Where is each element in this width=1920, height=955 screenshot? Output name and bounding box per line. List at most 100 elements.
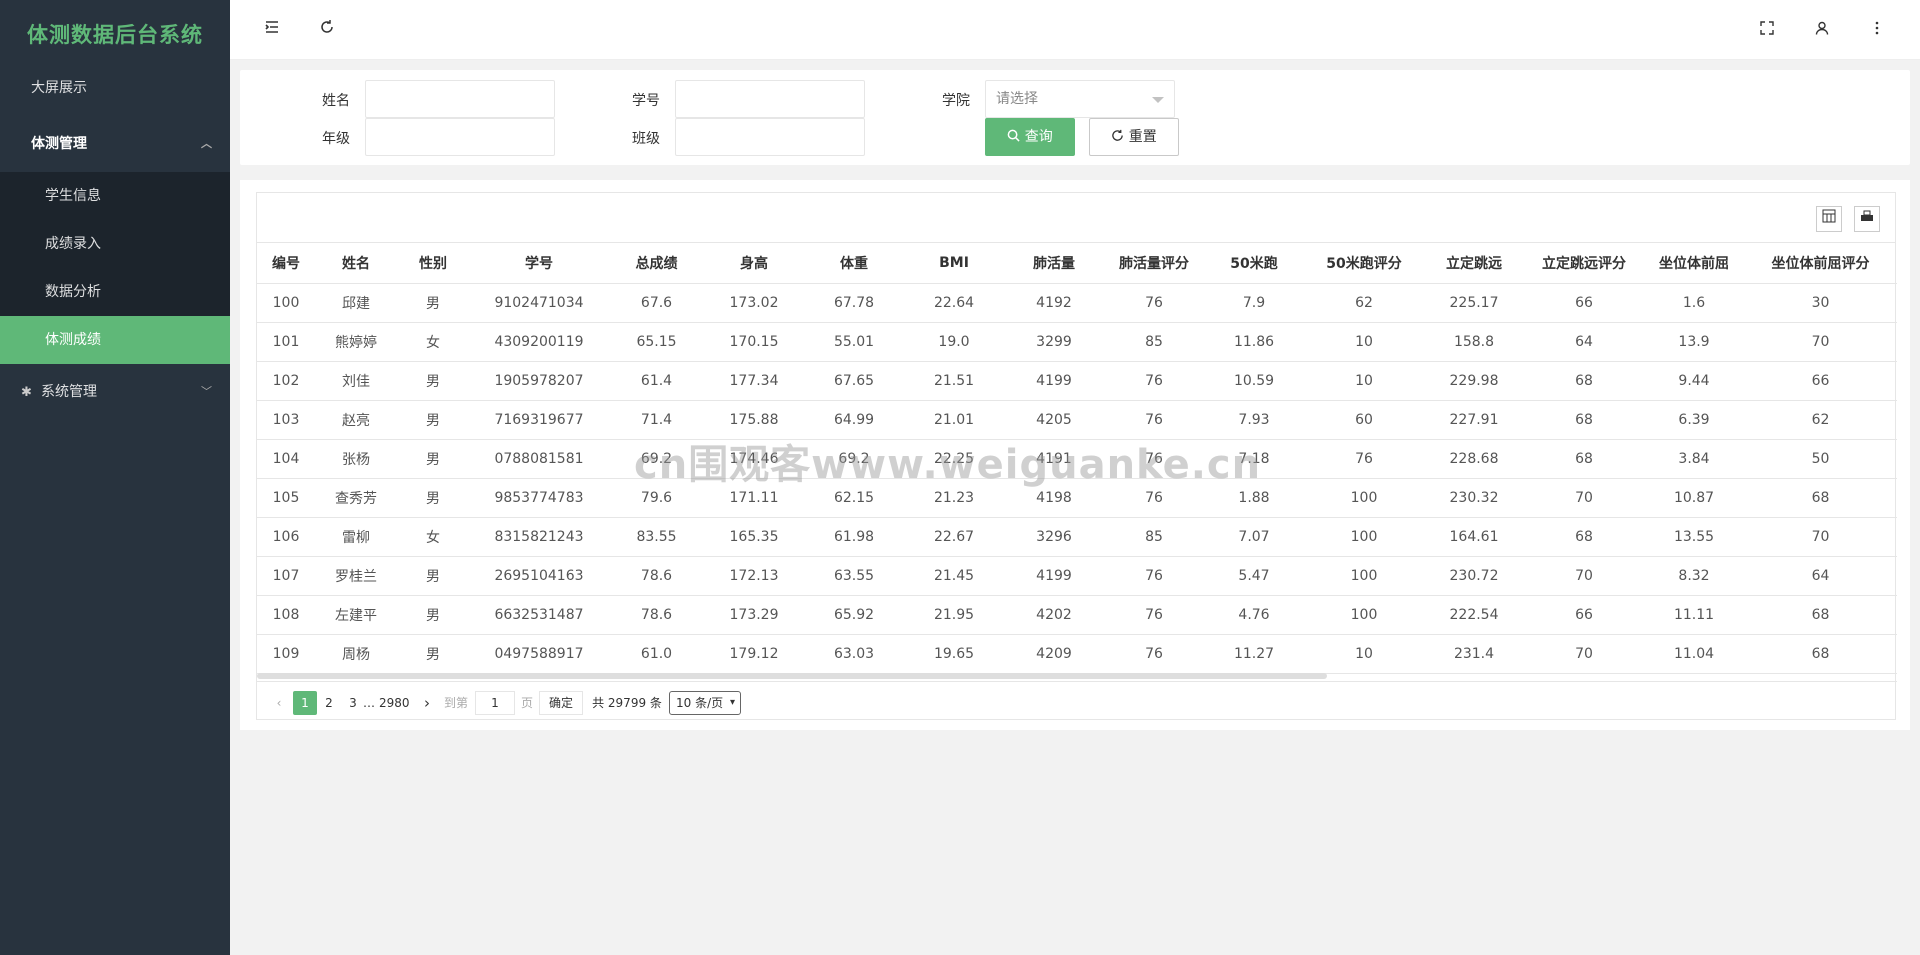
table-cell: 21.95	[904, 595, 1004, 635]
student-no-input[interactable]	[675, 80, 865, 118]
table-cell: 4309200119	[469, 322, 609, 362]
table-cell: 赵亮	[315, 400, 397, 440]
column-header[interactable]: 姓名	[315, 243, 397, 284]
sidebar-item-data-analysis[interactable]: 数据分析	[0, 268, 230, 316]
table-cell: 女	[397, 322, 469, 362]
reset-button[interactable]: 重置	[1089, 118, 1179, 156]
table-cell: 76	[1304, 439, 1424, 479]
prev-page-icon[interactable]: ‹	[271, 691, 287, 715]
table-cell: 85	[1104, 517, 1204, 557]
column-header[interactable]: 编号	[257, 243, 315, 284]
page-current[interactable]: 1	[293, 691, 317, 715]
table-cell: 68	[1744, 478, 1897, 518]
goto-page-input[interactable]: 1	[475, 691, 515, 715]
horizontal-scrollbar[interactable]	[257, 673, 1327, 679]
column-header[interactable]: 立定跳远	[1424, 243, 1524, 284]
refresh-icon[interactable]	[315, 18, 339, 42]
page-size-select[interactable]: 10 条/页 ▾	[669, 691, 741, 715]
column-header[interactable]: 总成绩	[609, 243, 704, 284]
table-cell: 165.35	[704, 517, 804, 557]
name-input[interactable]	[365, 80, 555, 118]
column-header[interactable]: 立定跳远评分	[1524, 243, 1644, 284]
table-row[interactable]: 107 罗桂兰男 2695104163 78.6 172.13 63.55 21.45 419…	[257, 556, 1897, 596]
table-row[interactable]: 100 邱建男 9102471034 67.6 173.02 67.78 22.64 4192…	[257, 283, 1897, 323]
column-header[interactable]: 性别	[397, 243, 469, 284]
table-cell: 177.34	[704, 361, 804, 401]
next-page-icon[interactable]: ›	[419, 691, 435, 715]
table-cell: 108	[257, 595, 315, 635]
table-row[interactable]: 104 张杨男 0788081581 69.2 174.46 69.2 22.25 4191 7…	[257, 439, 1897, 479]
sidebar-item-system-management[interactable]: ✱ 系统管理 ﹀	[0, 364, 230, 420]
sidebar-item-test-management[interactable]: 体测管理 ︿	[0, 116, 230, 172]
table-cell: 109	[257, 634, 315, 674]
column-header[interactable]: 体重	[804, 243, 904, 284]
table-cell: 10	[1304, 361, 1424, 401]
table-row[interactable]: 102 刘佳男 1905978207 61.4 177.34 67.65 21.51 4199…	[257, 361, 1897, 401]
sidebar-item-student-info[interactable]: 学生信息	[0, 172, 230, 220]
column-header[interactable]: 肺活量	[1004, 243, 1104, 284]
table-cell: 68	[1524, 400, 1644, 440]
column-header[interactable]: 50米跑	[1204, 243, 1304, 284]
sidebar-item-dashboard[interactable]: 大屏展示	[0, 60, 230, 116]
class-input[interactable]	[675, 118, 865, 156]
table-cell: 64.99	[804, 400, 904, 440]
page-size-value: 10 条/页	[676, 696, 724, 710]
page-2[interactable]: 2	[319, 691, 339, 715]
table-cell: 71.4	[609, 400, 704, 440]
table-cell: 101	[257, 322, 315, 362]
table-row[interactable]: 101 熊婷婷女 4309200119 65.15 170.15 55.01 19.0 329…	[257, 322, 1897, 362]
table-cell: 107	[257, 556, 315, 596]
menu-fold-icon[interactable]	[230, 18, 254, 42]
table-cell: 9102471034	[469, 283, 609, 323]
columns-filter-icon[interactable]	[1816, 206, 1842, 232]
table-cell: 76	[1104, 439, 1204, 479]
column-header[interactable]: BMI	[904, 243, 1004, 284]
column-header[interactable]: 坐位体前屈评分	[1744, 243, 1897, 284]
table-row[interactable]: 108 左建平男 6632531487 78.6 173.29 65.92 21.95 420…	[257, 595, 1897, 635]
sidebar-item-score-entry[interactable]: 成绩录入	[0, 220, 230, 268]
more-icon[interactable]	[1865, 18, 1889, 42]
table-cell: 228.68	[1424, 439, 1524, 479]
table-cell: 刘佳	[315, 361, 397, 401]
column-header[interactable]: 肺活量评分	[1104, 243, 1204, 284]
reset-icon	[1112, 129, 1124, 141]
goto-confirm-button[interactable]: 确定	[539, 691, 583, 715]
column-header[interactable]: 50米跑评分	[1304, 243, 1424, 284]
user-icon[interactable]	[1810, 18, 1834, 42]
query-button-label: 查询	[1024, 129, 1053, 145]
page-3[interactable]: 3	[345, 691, 361, 715]
sidebar-item-label: 体测管理	[31, 136, 87, 152]
query-button[interactable]: 查询	[985, 118, 1075, 156]
table-cell: 13.55	[1644, 517, 1744, 557]
college-select[interactable]: 请选择	[985, 80, 1175, 118]
column-header[interactable]: 身高	[704, 243, 804, 284]
table-cell: 7.18	[1204, 439, 1304, 479]
page-last[interactable]: 2980	[379, 691, 410, 715]
menu-fold-icon[interactable]	[260, 18, 284, 42]
table-row[interactable]: 103 赵亮男 7169319677 71.4 175.88 64.99 21.01 4205…	[257, 400, 1897, 440]
fullscreen-icon[interactable]	[1755, 18, 1779, 42]
table-cell: 4205	[1004, 400, 1104, 440]
table-cell: 21.01	[904, 400, 1004, 440]
table-cell: 周杨	[315, 634, 397, 674]
column-header[interactable]: 学号	[469, 243, 609, 284]
grade-input[interactable]	[365, 118, 555, 156]
table-cell: 11.11	[1644, 595, 1744, 635]
table-row[interactable]: 109 周杨男 0497588917 61.0 179.12 63.03 19.65 4209…	[257, 634, 1897, 674]
table-cell: 4192	[1004, 283, 1104, 323]
sidebar-submenu: 学生信息 成绩录入 数据分析 体测成绩	[0, 172, 230, 364]
table-row[interactable]: 105 查秀芳男 9853774783 79.6 171.11 62.15 21.23 419…	[257, 478, 1897, 518]
column-header[interactable]: 坐位体前屈	[1644, 243, 1744, 284]
table-cell: 230.32	[1424, 478, 1524, 518]
print-icon[interactable]	[1854, 206, 1880, 232]
table-cell: 83.55	[609, 517, 704, 557]
table-cell: 100	[1304, 517, 1424, 557]
table-cell: 罗桂兰	[315, 556, 397, 596]
sidebar-item-label: 成绩录入	[45, 236, 101, 252]
sidebar-item-test-scores[interactable]: 体测成绩	[0, 316, 230, 364]
college-label: 学院	[942, 93, 970, 109]
table-row[interactable]: 106 雷柳女 8315821243 83.55 165.35 61.98 22.67 329…	[257, 517, 1897, 557]
top-header	[230, 0, 1920, 60]
table-cell: 7.9	[1204, 283, 1304, 323]
table-cell: 男	[397, 478, 469, 518]
